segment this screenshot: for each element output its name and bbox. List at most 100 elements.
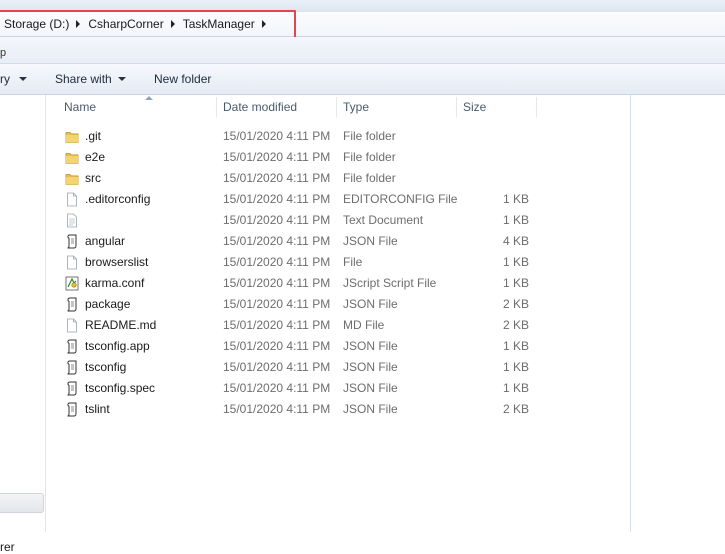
organize-button[interactable]: ry: [0, 72, 27, 86]
file-size: 2 KB: [502, 402, 529, 416]
json-file-icon: [65, 234, 79, 249]
file-type: JSON File: [343, 297, 398, 311]
file-size: 2 KB: [502, 297, 529, 311]
json-file-icon: [65, 402, 79, 417]
new-folder-label: New folder: [154, 72, 212, 86]
file-type: File folder: [343, 150, 396, 164]
file-date-modified: 15/01/2020 4:11 PM: [223, 171, 331, 185]
file-date-modified: 15/01/2020 4:11 PM: [223, 213, 331, 227]
file-row[interactable]: e2e 15/01/2020 4:11 PM File folder: [46, 147, 630, 168]
sort-ascending-icon: [145, 96, 153, 100]
file-row[interactable]: src 15/01/2020 4:11 PM File folder: [46, 168, 630, 189]
file-type: JSON File: [343, 360, 398, 374]
file-row[interactable]: angular 15/01/2020 4:11 PM JSON File 4 KB: [46, 231, 630, 252]
file-date-modified: 15/01/2020 4:11 PM: [223, 276, 331, 290]
column-header-name[interactable]: Name: [58, 95, 216, 119]
folder-icon: [65, 171, 79, 186]
file-name: README.md: [85, 318, 157, 332]
file-type: EDITORCONFIG File: [343, 192, 458, 206]
command-bar: ry Share with New folder: [0, 64, 725, 95]
new-folder-button[interactable]: New folder: [154, 72, 211, 86]
nav-item-computer-partial[interactable]: rer: [0, 540, 15, 554]
column-divider[interactable]: [536, 97, 537, 117]
file-size: 1 KB: [502, 339, 529, 353]
file-name: .editorconfig: [85, 192, 151, 206]
file-row[interactable]: 15/01/2020 4:11 PM Text Document 1 KB: [46, 210, 630, 231]
navigation-pane[interactable]: rer: [0, 95, 46, 554]
empty-area: [630, 95, 725, 532]
file-date-modified: 15/01/2020 4:11 PM: [223, 234, 331, 248]
column-header-date[interactable]: Date modified: [217, 95, 336, 119]
file-type: JSON File: [343, 339, 398, 353]
column-name-label: Name: [64, 100, 97, 114]
share-with-button[interactable]: Share with: [55, 72, 126, 86]
file-date-modified: 15/01/2020 4:11 PM: [223, 255, 331, 269]
chevron-down-icon: [19, 77, 27, 81]
file-name: angular: [85, 234, 126, 248]
address-highlight-box: [0, 10, 296, 39]
file-date-modified: 15/01/2020 4:11 PM: [223, 318, 331, 332]
share-with-label: Share with: [55, 72, 112, 86]
file-name: .git: [85, 129, 102, 143]
file-type: File folder: [343, 129, 396, 143]
file-date-modified: 15/01/2020 4:11 PM: [223, 402, 331, 416]
file-name: package: [85, 297, 131, 311]
organize-label: ry: [0, 72, 10, 86]
file-size: 1 KB: [502, 381, 529, 395]
file-date-modified: 15/01/2020 4:11 PM: [223, 150, 331, 164]
json-file-icon: [65, 360, 79, 375]
nav-item-selected[interactable]: [0, 493, 44, 513]
file-type: File: [343, 255, 363, 269]
file-date-modified: 15/01/2020 4:11 PM: [223, 192, 331, 206]
file-name: e2e: [85, 150, 106, 164]
file-size: 4 KB: [502, 234, 529, 248]
file-row[interactable]: README.md 15/01/2020 4:11 PM MD File 2 KB: [46, 315, 630, 336]
file-date-modified: 15/01/2020 4:11 PM: [223, 129, 331, 143]
column-header-type[interactable]: Type: [337, 95, 456, 119]
file-name: tsconfig.app: [85, 339, 150, 353]
file-icon: [65, 318, 79, 333]
file-name: src: [85, 171, 101, 185]
file-date-modified: 15/01/2020 4:11 PM: [223, 297, 331, 311]
file-type: MD File: [343, 318, 385, 332]
menu-bar: p: [0, 37, 725, 64]
file-row[interactable]: .editorconfig 15/01/2020 4:11 PM EDITORCON…: [46, 189, 630, 210]
file-type: JScript Script File: [343, 276, 437, 290]
file-row[interactable]: tsconfig.spec 15/01/2020 4:11 PM JSON File…: [46, 378, 630, 399]
file-type: JSON File: [343, 381, 398, 395]
file-name: tslint: [85, 402, 110, 416]
file-row[interactable]: package 15/01/2020 4:11 PM JSON File 2 KB: [46, 294, 630, 315]
folder-icon: [65, 129, 79, 144]
file-row[interactable]: tsconfig.app 15/01/2020 4:11 PM JSON File 1…: [46, 336, 630, 357]
file-type: Text Document: [343, 213, 424, 227]
file-row[interactable]: .git 15/01/2020 4:11 PM File folder: [46, 126, 630, 147]
file-list-pane[interactable]: Name Date modified Type Size .git 15/01/2…: [46, 95, 630, 532]
column-header-row: Name Date modified Type Size: [46, 95, 630, 119]
file-row[interactable]: tsconfig 15/01/2020 4:11 PM JSON File 1 KB: [46, 357, 630, 378]
json-file-icon: [65, 381, 79, 396]
file-list: .git 15/01/2020 4:11 PM File folder e2e 15/0…: [46, 126, 630, 420]
file-size: 1 KB: [502, 360, 529, 374]
json-file-icon: [65, 339, 79, 354]
file-icon: [65, 255, 79, 270]
file-name: tsconfig: [85, 360, 127, 374]
file-row[interactable]: karma.conf 15/01/2020 4:11 PM JScript Scri…: [46, 273, 630, 294]
file-size: 2 KB: [502, 318, 529, 332]
file-type: JSON File: [343, 402, 398, 416]
file-size: 1 KB: [502, 255, 529, 269]
file-row[interactable]: tslint 15/01/2020 4:11 PM JSON File 2 KB: [46, 399, 630, 420]
file-date-modified: 15/01/2020 4:11 PM: [223, 339, 331, 353]
file-size: 1 KB: [502, 192, 529, 206]
file-name: karma.conf: [85, 276, 145, 290]
file-date-modified: 15/01/2020 4:11 PM: [223, 360, 331, 374]
file-type: File folder: [343, 171, 396, 185]
file-size: 1 KB: [502, 213, 529, 227]
file-row[interactable]: browserslist 15/01/2020 4:11 PM File 1 KB: [46, 252, 630, 273]
file-date-modified: 15/01/2020 4:11 PM: [223, 381, 331, 395]
file-type: JSON File: [343, 234, 398, 248]
file-icon: [65, 192, 79, 207]
file-name: tsconfig.spec: [85, 381, 156, 395]
menu-item-help-partial[interactable]: p: [0, 47, 6, 59]
column-header-size[interactable]: Size: [457, 95, 536, 119]
chevron-down-icon: [117, 77, 126, 81]
